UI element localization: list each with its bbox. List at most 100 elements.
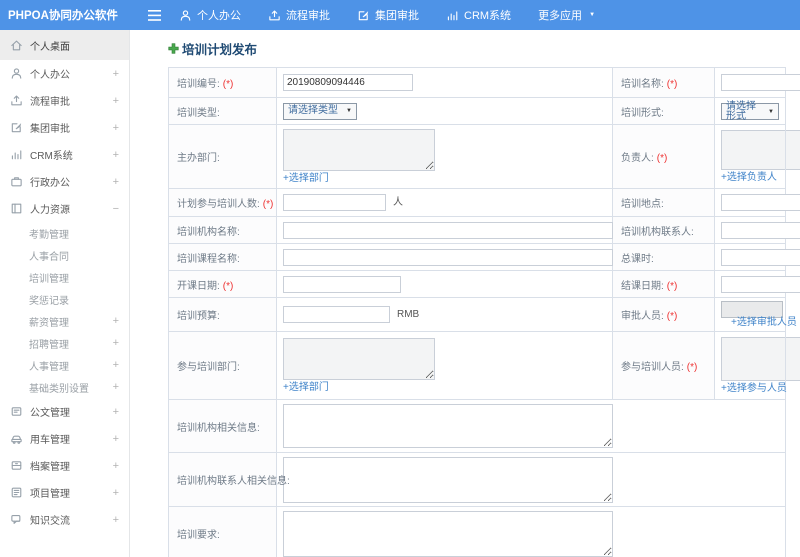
project-icon — [10, 486, 23, 499]
field-wrap: +选择部门 — [283, 338, 606, 393]
field-label-cell: 培训类型: — [168, 97, 277, 125]
picker-link[interactable]: +选择审批人员 — [731, 317, 797, 328]
sidebar-item[interactable]: 公文管理 + — [0, 398, 129, 425]
top-nav-item[interactable]: 个人办公 — [179, 7, 241, 23]
sidebar-subitem[interactable]: 薪资管理 + — [0, 310, 129, 332]
expand-plus-icon: + — [112, 121, 119, 134]
sidebar-item[interactable]: 知识交流 + — [0, 506, 129, 533]
form-textarea[interactable] — [283, 510, 613, 557]
field-wrap: RMB — [283, 306, 606, 323]
field-input-cell — [714, 270, 800, 298]
sidebar-subitem[interactable]: 基础类别设置 + — [0, 376, 129, 398]
add-plus-icon — [168, 43, 179, 54]
form-textarea[interactable] — [721, 130, 800, 170]
form-text-input[interactable] — [721, 74, 800, 91]
field-label: 培训编号: — [177, 79, 220, 90]
form-text-input[interactable] — [283, 306, 390, 323]
picker-link[interactable]: +选择部门 — [283, 174, 329, 184]
sidebar-item[interactable]: 流程审批 + — [0, 87, 129, 114]
field-input-cell: +选择审批人员 — [714, 297, 797, 332]
form-row: 参与培训部门: +选择部门 参与培训人员: (*) +选择参与人员 — [168, 331, 800, 400]
sidebar-subitem-label: 考勤管理 — [29, 229, 69, 241]
top-bar: PHPOA协同办公软件 个人办公 流程审批 集团审批 CRM系统 更多应用 ▼ — [0, 0, 800, 30]
sidebar-item[interactable]: 集团审批 + — [0, 114, 129, 141]
form-text-input[interactable] — [283, 74, 413, 91]
field-wrap — [283, 510, 779, 557]
form-text-input[interactable] — [721, 248, 800, 266]
nav-item-label: 集团审批 — [375, 10, 419, 22]
expand-plus-icon: + — [112, 381, 119, 393]
sidebar-subitem[interactable]: 培训管理 — [0, 266, 129, 288]
form-row: 培训机构名称: 培训机构联系人: — [168, 216, 800, 244]
form-text-input[interactable] — [721, 194, 800, 211]
form-text-input[interactable] — [283, 275, 401, 293]
field-label: 培训地点: — [621, 199, 664, 210]
sidebar-subitem-label: 培训管理 — [29, 273, 69, 285]
field-wrap: +选择负责人 — [721, 130, 800, 183]
expand-plus-icon: + — [112, 359, 119, 371]
form-text-input[interactable] — [721, 221, 800, 239]
field-label: 培训类型: — [177, 107, 220, 119]
field-wrap — [721, 194, 800, 211]
form-text-input[interactable] — [283, 248, 613, 266]
field-label: 总课时: — [621, 253, 654, 265]
form-row: 培训机构联系人相关信息: — [168, 452, 786, 507]
picker-link[interactable]: +选择参与人员 — [721, 384, 787, 394]
field-label: 主办部门: — [177, 153, 220, 164]
expand-plus-icon: + — [112, 337, 119, 349]
field-wrap: 请选择类型 ▼ — [283, 102, 606, 120]
form-text-input[interactable] — [283, 221, 613, 239]
sidebar-subitem[interactable]: 人事合同 — [0, 244, 129, 266]
field-input-cell — [276, 243, 613, 271]
sidebar-item[interactable]: 项目管理 + — [0, 479, 129, 506]
top-nav-item[interactable]: CRM系统 — [446, 7, 511, 23]
sidebar-subitem[interactable]: 考勤管理 — [0, 222, 129, 244]
expand-plus-icon: + — [112, 175, 119, 188]
top-nav-item[interactable]: 更多应用 ▼ — [538, 7, 595, 23]
form-textarea[interactable] — [283, 129, 435, 171]
field-label: 计划参与培训人数: — [177, 199, 260, 210]
page-title-text: 培训计划发布 — [182, 43, 258, 57]
picker-link[interactable]: +选择部门 — [283, 383, 329, 393]
form-textarea[interactable] — [283, 456, 613, 503]
field-input-cell — [276, 452, 786, 507]
hamburger-menu-icon[interactable] — [148, 9, 161, 21]
sidebar-item[interactable]: 个人办公 + — [0, 60, 129, 87]
field-wrap — [721, 74, 800, 91]
field-label: 培训预算: — [177, 311, 220, 322]
book-icon — [10, 202, 23, 215]
sidebar-item[interactable]: 用车管理 + — [0, 425, 129, 452]
training-form-table: 培训编号:(*)培训名称:(*)培训类型:请选择类型▼培训形式:请选择形式▼主办… — [168, 67, 800, 557]
app-window: PHPOA协同办公软件 个人办公 流程审批 集团审批 CRM系统 更多应用 ▼ 个人桌面个… — [0, 0, 800, 557]
form-select[interactable]: 请选择形式 ▼ — [721, 101, 779, 121]
sidebar-subitem[interactable]: 人事管理 + — [0, 354, 129, 376]
form-textarea[interactable] — [721, 337, 800, 381]
form-row: 培训要求: — [168, 506, 786, 557]
page-title: 培训计划发布 — [168, 39, 800, 58]
top-nav-item[interactable]: 集团审批 — [357, 7, 419, 23]
sidebar-item[interactable]: 人力资源 − — [0, 195, 129, 222]
form-textarea[interactable] — [283, 404, 613, 448]
sidebar-item-label: 公文管理 — [30, 408, 70, 419]
picker-link[interactable]: +选择负责人 — [721, 173, 777, 183]
sidebar-subitem[interactable]: 奖惩记录 — [0, 288, 129, 310]
expand-plus-icon: + — [112, 67, 119, 80]
field-input-cell: +选择部门 — [276, 331, 613, 400]
form-text-input[interactable] — [721, 301, 783, 318]
sidebar-item[interactable]: 个人桌面 — [0, 30, 129, 60]
field-input-cell: 请选择类型 ▼ — [276, 97, 613, 125]
sidebar-item-label: 知识交流 — [30, 516, 70, 527]
sidebar-item[interactable]: 档案管理 + — [0, 452, 129, 479]
sidebar-item[interactable]: 行政办公 + — [0, 168, 129, 195]
car-icon — [10, 432, 23, 445]
sidebar-item[interactable]: CRM系统 + — [0, 141, 129, 168]
required-marker: (*) — [656, 153, 668, 164]
form-select[interactable]: 请选择类型 ▼ — [283, 102, 357, 120]
field-label: 参与培训人员: — [621, 362, 684, 373]
form-text-input[interactable] — [721, 275, 800, 293]
form-textarea[interactable] — [283, 338, 435, 380]
field-label-cell: 参与培训人员: (*) — [612, 331, 715, 400]
form-text-input[interactable] — [283, 194, 386, 211]
sidebar-subitem[interactable]: 招聘管理 + — [0, 332, 129, 354]
top-nav-item[interactable]: 流程审批 — [268, 7, 330, 23]
